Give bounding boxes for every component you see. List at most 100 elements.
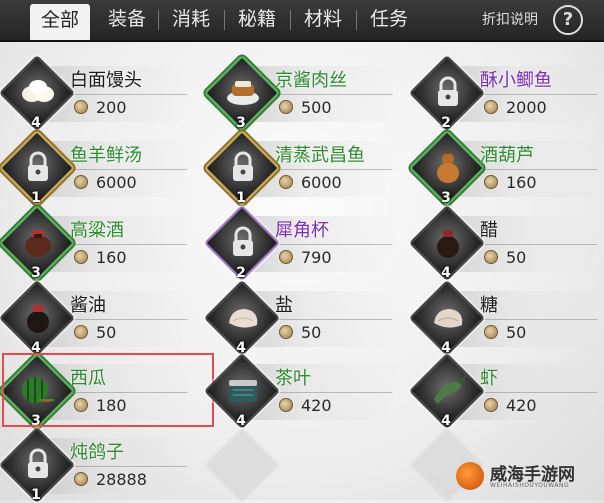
tab-divider: [158, 10, 159, 30]
item-level: 1: [31, 487, 41, 503]
item-name: 炖鸽子: [70, 442, 124, 463]
item-level: 1: [31, 190, 41, 206]
shop-item[interactable]: 2 犀角杯 790: [203, 204, 405, 282]
vinegar-jar-icon: [428, 222, 468, 262]
coin-icon: [279, 175, 293, 189]
item-name: 白面馒头: [70, 70, 142, 91]
tab-divider: [224, 10, 225, 30]
tab-quests[interactable]: 任务: [362, 4, 416, 34]
item-level: 4: [441, 413, 451, 429]
item-price: 790: [279, 248, 332, 267]
item-price: 420: [484, 396, 537, 415]
shop-item[interactable]: 4 酱油 50: [0, 279, 200, 357]
item-price: 6000: [74, 173, 137, 192]
empty-slot-frame: [203, 426, 281, 503]
tab-divider: [290, 10, 291, 30]
item-name: 酱油: [70, 295, 106, 316]
steamed-bun-icon: [18, 72, 58, 112]
lock-icon: [223, 222, 263, 262]
shop-item[interactable]: 4 虾 420: [408, 352, 604, 430]
item-name: 京酱肉丝: [275, 70, 347, 91]
item-price: 420: [279, 396, 332, 415]
item-price: 200: [74, 98, 127, 117]
tab-divider: [356, 10, 357, 30]
tab-materials[interactable]: 材料: [296, 4, 350, 34]
item-level: 2: [236, 265, 246, 281]
item-price: 160: [74, 248, 127, 267]
item-level: 1: [236, 190, 246, 206]
item-price: 50: [74, 323, 116, 342]
shop-item[interactable]: 1 炖鸽子 28888: [0, 426, 200, 503]
shop-item[interactable]: 3 酒葫芦 160: [408, 129, 604, 207]
shop-item[interactable]: 3 京酱肉丝 500: [203, 54, 405, 132]
shop-item[interactable]: 4 糖 50: [408, 279, 604, 357]
item-price: 160: [484, 173, 537, 192]
tab-consumables[interactable]: 消耗: [164, 4, 218, 34]
item-level: 3: [441, 190, 451, 206]
coin-icon: [279, 398, 293, 412]
shrimp-icon: [428, 370, 468, 410]
coin-icon: [484, 398, 498, 412]
item-level: 4: [31, 115, 41, 131]
tab-all[interactable]: 全部: [30, 4, 90, 40]
item-price: 50: [279, 323, 321, 342]
category-tab-bar: 全部 装备 消耗 秘籍 材料 任务 折扣说明 ?: [0, 0, 604, 42]
item-level: 4: [236, 413, 246, 429]
shop-item[interactable]: 2 酥小鲫鱼 2000: [408, 54, 604, 132]
coin-icon: [279, 325, 293, 339]
item-name: 糖: [480, 295, 498, 316]
gourd-icon: [428, 147, 468, 187]
lock-icon: [18, 147, 58, 187]
item-price: 50: [484, 248, 526, 267]
item-price: 500: [279, 98, 332, 117]
shredded-pork-icon: [223, 72, 263, 112]
salt-bag-icon: [223, 297, 263, 337]
item-name: 犀角杯: [275, 220, 329, 241]
coin-icon: [74, 250, 88, 264]
lock-icon: [18, 444, 58, 484]
item-level: 4: [441, 265, 451, 281]
item-level: 2: [441, 115, 451, 131]
item-price: 2000: [484, 98, 547, 117]
lock-icon: [223, 147, 263, 187]
shop-item[interactable]: 4 醋 50: [408, 204, 604, 282]
coin-icon: [484, 100, 498, 114]
item-name: 高粱酒: [70, 220, 124, 241]
shop-item[interactable]: 4 盐 50: [203, 279, 405, 357]
item-name: 茶叶: [275, 368, 311, 389]
item-name: 盐: [275, 295, 293, 316]
coin-icon: [74, 175, 88, 189]
selection-highlight: [2, 353, 214, 427]
coin-icon: [484, 325, 498, 339]
coin-icon: [74, 325, 88, 339]
empty-slot: [203, 426, 405, 503]
item-price: 6000: [279, 173, 342, 192]
shop-item[interactable]: 4 茶叶 420: [203, 352, 405, 430]
wine-jar-icon: [18, 222, 58, 262]
shop-item[interactable]: 1 清蒸武昌鱼 6000: [203, 129, 405, 207]
coin-icon: [484, 175, 498, 189]
item-name: 酒葫芦: [480, 145, 534, 166]
shop-item[interactable]: 3 高粱酒 160: [0, 204, 200, 282]
item-name: 鱼羊鲜汤: [70, 145, 142, 166]
item-price: 50: [484, 323, 526, 342]
lock-icon: [428, 72, 468, 112]
shop-item[interactable]: 4 白面馒头 200: [0, 54, 200, 132]
item-name: 清蒸武昌鱼: [275, 145, 365, 166]
site-watermark: 威海手游网 WEIHAISHOUYOUWANG: [452, 458, 602, 498]
soy-sauce-jar-icon: [18, 297, 58, 337]
discount-info-label[interactable]: 折扣说明: [482, 9, 538, 29]
coin-icon: [279, 100, 293, 114]
sugar-bag-icon: [428, 297, 468, 337]
coin-icon: [484, 250, 498, 264]
coin-icon: [279, 250, 293, 264]
tab-equipment[interactable]: 装备: [100, 4, 154, 34]
coin-icon: [74, 100, 88, 114]
question-mark-icon[interactable]: ?: [553, 5, 583, 35]
shop-item[interactable]: 1 鱼羊鲜汤 6000: [0, 129, 200, 207]
watermark-subtitle: WEIHAISHOUYOUWANG: [490, 482, 570, 489]
item-level: 3: [236, 115, 246, 131]
tab-manuals[interactable]: 秘籍: [230, 4, 284, 34]
tea-box-icon: [223, 370, 263, 410]
item-level: 3: [31, 265, 41, 281]
